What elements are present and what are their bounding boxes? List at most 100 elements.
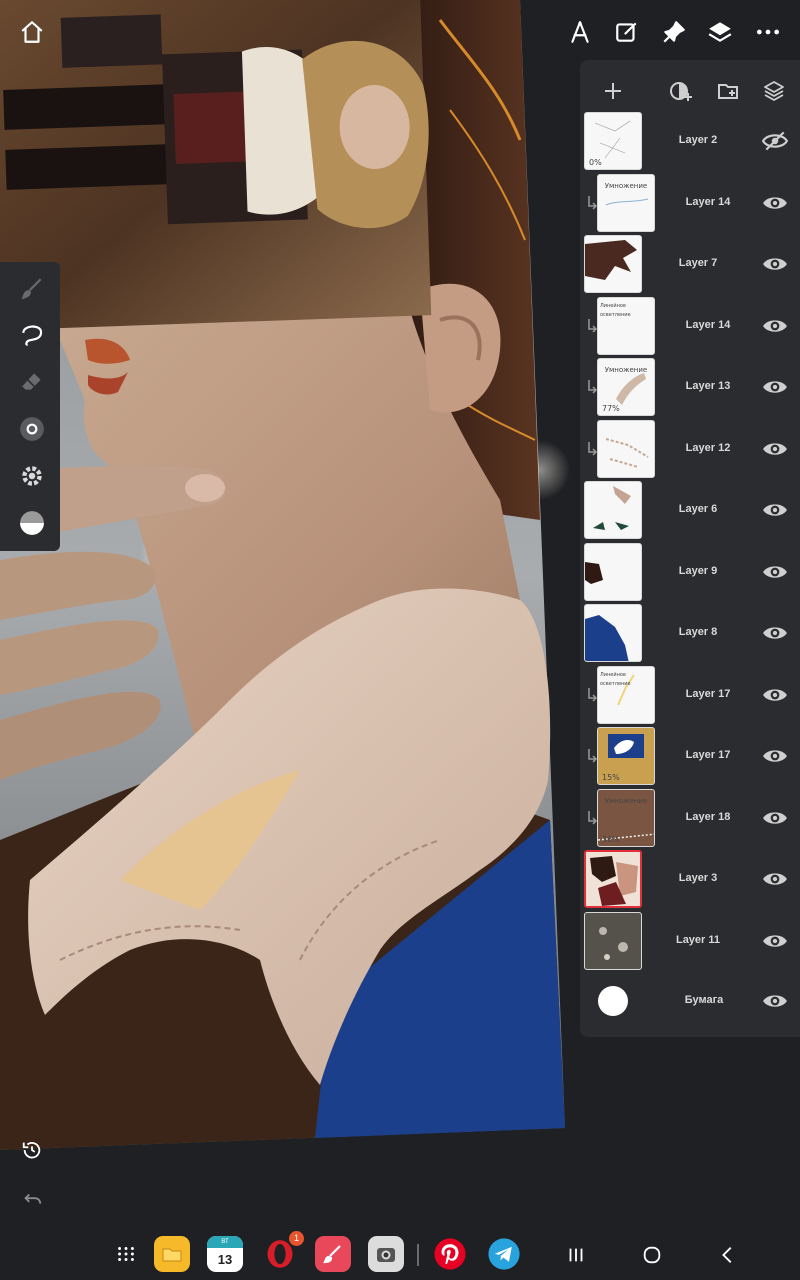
layer-thumbnail[interactable] (584, 911, 642, 970)
settings-icon (22, 466, 42, 486)
lasso-tool[interactable] (12, 315, 52, 355)
layer-row[interactable]: Линейное осветление Layer 17 (580, 664, 800, 726)
recents-nav-button[interactable] (561, 1240, 591, 1270)
layer-row[interactable]: Layer 9 (580, 541, 800, 603)
eye-icon[interactable] (762, 743, 788, 769)
eye-icon[interactable] (762, 251, 788, 277)
eye-icon[interactable] (762, 190, 788, 216)
layer-thumbnail[interactable]: 0% (584, 112, 642, 170)
layer-name: Layer 14 (685, 318, 731, 331)
ruler-compass-icon (571, 21, 589, 43)
brush-tool[interactable] (12, 269, 52, 309)
eraser-tool[interactable] (12, 362, 52, 402)
blend-mode-label: Умножение (604, 796, 648, 805)
layer-thumbnail[interactable] (584, 850, 642, 908)
eye-icon[interactable] (762, 988, 788, 1014)
layer-row[interactable]: Умножение 77% Layer 13 (580, 356, 800, 418)
paper-color-swatch[interactable] (598, 986, 628, 1016)
calendar-app[interactable]: ВТ 13 (207, 1236, 243, 1272)
layer-row[interactable]: Layer 12 (580, 418, 800, 480)
layer-row[interactable]: Layer 6 (580, 479, 800, 541)
history-button[interactable] (18, 1136, 46, 1164)
eye-icon[interactable] (762, 436, 788, 462)
pinterest-app[interactable] (432, 1236, 468, 1272)
edit-square-icon (616, 22, 637, 42)
layer-thumbnail[interactable]: Линейное осветление (597, 665, 655, 724)
undo-icon (24, 1193, 42, 1204)
tool-palette (0, 262, 60, 551)
more-button[interactable] (750, 14, 786, 50)
layer-thumbnail[interactable] (584, 604, 642, 662)
layer-thumbnail[interactable]: 15% (597, 727, 655, 785)
new-folder-button[interactable] (711, 74, 745, 108)
layer-name: Layer 17 (685, 687, 731, 700)
layer-row[interactable]: Умножение 36% Layer 18 (580, 787, 800, 849)
layer-row[interactable]: Layer 11 (580, 910, 800, 972)
back-nav-button[interactable] (713, 1240, 743, 1270)
pin-button[interactable] (656, 14, 692, 50)
color-icon (20, 511, 44, 535)
eye-icon[interactable] (762, 866, 788, 892)
paper-layer-row[interactable]: Бумага (580, 970, 800, 1032)
layer-thumbnail[interactable] (584, 481, 642, 539)
undo-button[interactable] (18, 1186, 46, 1214)
telegram-app[interactable] (486, 1236, 522, 1272)
home-button[interactable] (14, 14, 50, 50)
layer-row[interactable]: Layer 8 (580, 602, 800, 664)
eye-icon[interactable] (762, 559, 788, 585)
ruler-button[interactable] (562, 14, 598, 50)
home-icon (21, 21, 43, 43)
eye-icon[interactable] (762, 313, 788, 339)
eye-icon[interactable] (762, 497, 788, 523)
layer-row[interactable]: Layer 7 (580, 233, 800, 295)
layer-row[interactable]: Layer 3 (580, 848, 800, 910)
edit-button[interactable] (609, 14, 645, 50)
files-app-icon (162, 1248, 182, 1262)
eye-icon[interactable] (762, 928, 788, 954)
layer-thumbnail[interactable]: Умножение 77% (597, 358, 655, 416)
layer-name: Layer 6 (678, 503, 718, 515)
layer-thumbnail[interactable]: Линейное осветление (597, 296, 655, 355)
camera-app-icon (377, 1248, 395, 1262)
layer-name: Layer 7 (678, 257, 718, 269)
opera-app[interactable]: 1 (262, 1231, 304, 1272)
layer-name: Layer 13 (685, 380, 731, 392)
layer-opacity-label: 77% (602, 404, 620, 413)
layer-thumbnail[interactable] (584, 235, 642, 293)
eye-icon[interactable] (762, 682, 788, 708)
layer-row[interactable]: Линейное осветление Layer 14 (580, 295, 800, 357)
layer-row[interactable]: Умножение Layer 14 (580, 172, 800, 234)
layers-stack-button[interactable] (757, 74, 791, 108)
eye-icon[interactable] (762, 374, 788, 400)
layer-row[interactable]: 0% Layer 2 (580, 110, 800, 172)
new-folder-icon (718, 84, 738, 99)
layer-row[interactable]: 15% Layer 17 (580, 725, 800, 787)
camera-app[interactable] (368, 1236, 404, 1272)
layer-thumbnail[interactable]: Умножение 36% (597, 788, 655, 847)
layers-icon (708, 22, 732, 42)
home-nav-button[interactable] (637, 1240, 667, 1270)
blend-mode-label: Умножение (604, 181, 648, 190)
layer-thumbnail[interactable] (597, 419, 655, 478)
eye-icon[interactable] (762, 805, 788, 831)
paint-app[interactable] (315, 1236, 351, 1272)
fill-layer-button[interactable] (664, 74, 698, 108)
settings-tool[interactable] (12, 456, 52, 496)
layer-opacity-label: 0% (589, 158, 602, 167)
app-grid-button[interactable] (108, 1236, 144, 1272)
layers-button[interactable] (702, 14, 738, 50)
lasso-icon (22, 325, 43, 346)
paint-app-icon (323, 1245, 341, 1264)
color-tool[interactable] (12, 503, 52, 543)
files-app[interactable] (154, 1236, 190, 1272)
brush-icon (21, 278, 42, 300)
blend-mode-label: Умножение (604, 366, 648, 374)
eye-off-icon[interactable] (762, 128, 788, 154)
brush-size-tool[interactable] (12, 409, 52, 449)
eye-icon[interactable] (762, 620, 788, 646)
add-layer-button[interactable] (596, 74, 630, 108)
layer-thumbnail[interactable]: Умножение (597, 173, 655, 232)
layer-name: Layer 8 (678, 626, 718, 638)
drawing-app: 0% Layer 2 Умножение Layer 14 Layer 7 Линейно… (0, 0, 800, 1280)
layer-thumbnail[interactable] (584, 542, 642, 601)
